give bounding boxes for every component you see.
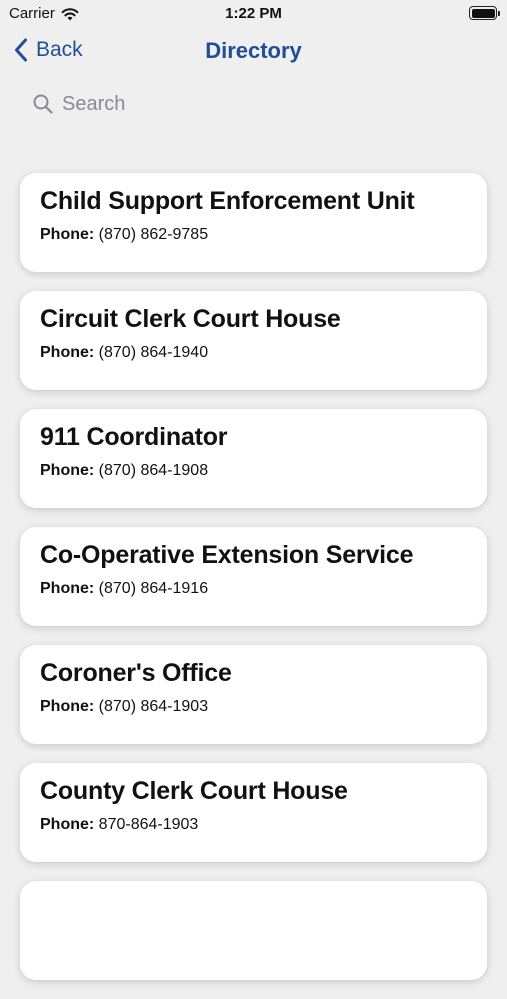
entry-phone-row: Phone: (870) 864-1903	[40, 698, 467, 716]
phone-number[interactable]: (870) 864-1916	[99, 580, 208, 597]
directory-card[interactable]: County Clerk Court House Phone: 870-864-…	[20, 763, 487, 862]
battery-level	[471, 8, 495, 18]
battery-icon	[469, 6, 500, 20]
entry-phone-row: Phone: (870) 864-1940	[40, 344, 467, 362]
entry-name: Child Support Enforcement Unit	[40, 187, 415, 215]
phone-label: Phone:	[40, 462, 95, 479]
entry-name: Co-Operative Extension Service	[40, 541, 414, 569]
phone-label: Phone:	[40, 698, 95, 715]
directory-card[interactable]: Child Support Enforcement Unit Phone: (8…	[20, 173, 487, 272]
phone-number[interactable]: 870-864-1903	[99, 816, 199, 833]
directory-card[interactable]: 911 Coordinator Phone: (870) 864-1908	[20, 409, 487, 508]
directory-card[interactable]: Circuit Clerk Court House Phone: (870) 8…	[20, 291, 487, 390]
phone-number[interactable]: (870) 864-1940	[99, 344, 208, 361]
entry-name: Coroner's Office	[40, 659, 232, 687]
battery-tip	[498, 10, 500, 16]
entry-phone-row: Phone: (870) 862-9785	[40, 226, 467, 244]
entry-name: 911 Coordinator	[40, 423, 228, 451]
entry-phone-row: Phone: (870) 864-1908	[40, 462, 467, 480]
phone-number[interactable]: (870) 864-1903	[99, 698, 208, 715]
directory-list: Child Support Enforcement Unit Phone: (8…	[20, 173, 487, 999]
search-input[interactable]	[62, 92, 442, 116]
directory-card-partial[interactable]	[20, 881, 487, 980]
status-bar: Carrier 1:22 PM	[0, 0, 507, 28]
search-field[interactable]	[32, 88, 472, 120]
navigation-bar: Back Directory	[0, 30, 507, 74]
page-title: Directory	[205, 38, 302, 63]
directory-card[interactable]: Co-Operative Extension Service Phone: (8…	[20, 527, 487, 626]
phone-number[interactable]: (870) 862-9785	[99, 226, 208, 243]
phone-number[interactable]: (870) 864-1908	[99, 462, 208, 479]
status-time: 1:22 PM	[225, 5, 282, 22]
directory-card[interactable]: Coroner's Office Phone: (870) 864-1903	[20, 645, 487, 744]
search-icon	[33, 94, 53, 114]
phone-label: Phone:	[40, 344, 95, 361]
entry-name: County Clerk Court House	[40, 777, 348, 805]
entry-name: Circuit Clerk Court House	[40, 305, 341, 333]
entry-phone-row: Phone: (870) 864-1916	[40, 580, 467, 598]
phone-label: Phone:	[40, 580, 95, 597]
entry-phone-row: Phone: 870-864-1903	[40, 816, 467, 834]
phone-label: Phone:	[40, 816, 95, 833]
phone-label: Phone:	[40, 226, 95, 243]
